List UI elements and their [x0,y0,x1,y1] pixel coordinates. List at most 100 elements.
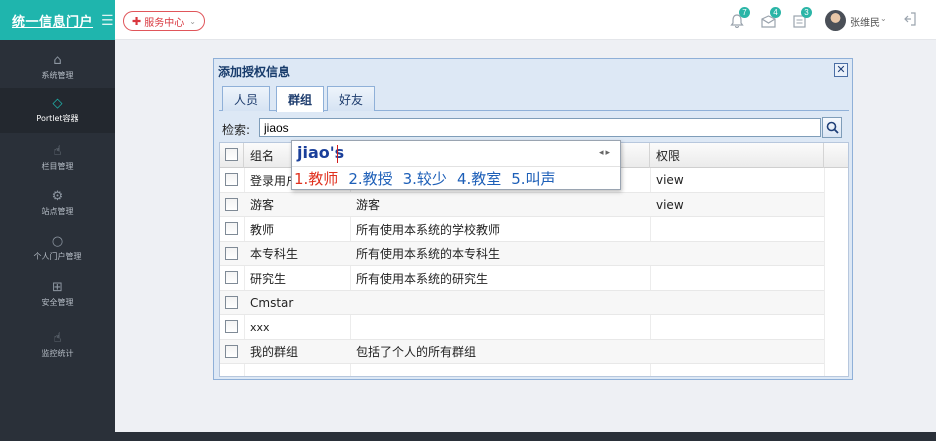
bulb-icon: ○ [51,234,64,249]
sidebar-item-label: 个人门户管理 [33,252,82,261]
row-checkbox[interactable] [225,344,238,358]
cell-desc: 所有使用本系统的本专科生 [356,247,501,261]
column-divider [824,168,825,376]
ime-page-arrows-icon[interactable]: ◂▸ [599,147,612,158]
sidebar-item-label: 安全管理 [41,298,74,307]
plus-icon: ✚ [132,14,142,28]
search-button[interactable] [822,117,842,138]
sidebar-item-column[interactable]: ☝ 栏目管理 [0,136,115,181]
bell-badge: 7 [739,7,750,18]
ime-candidate[interactable]: 4.教室 [457,168,501,188]
cell-perm [650,340,824,364]
chevron-down-icon[interactable]: ⌄ [880,14,887,23]
cell-perm [650,217,824,241]
ime-candidate[interactable]: 5.叫声 [511,168,555,188]
table-row[interactable]: 研究生 所有使用本系统的研究生 [220,266,824,291]
cell-perm: view [656,197,684,212]
medkit-icon: ⊞ [52,280,63,295]
sidebar-item-label: 监控统计 [41,349,74,358]
service-center-label: 服务中心 [144,17,185,29]
cell-name: 我的群组 [250,345,299,359]
task-icon[interactable]: 3 [788,7,812,32]
cell-perm [650,242,824,266]
table-row[interactable]: 游客 游客 view [220,192,824,217]
mail-icon[interactable]: 4 [757,7,781,32]
cell-desc [350,291,650,315]
row-checkbox[interactable] [225,222,238,235]
cell-perm [650,291,824,315]
hand-icon: ☝ [53,331,62,346]
cell-desc: 所有使用本系统的研究生 [356,271,489,286]
select-all-cell [220,143,244,168]
sidebar-item-system[interactable]: ⌂ 系统管理 [0,45,115,90]
settings-icon: ⚙ [51,189,64,204]
add-authorization-dialog: 添加授权信息 ✕ 人员 群组 好友 检索: 组名 描述 权限 登录用户 [213,58,853,380]
table-row[interactable]: 本专科生 所有使用本系统的本专科生 [220,241,824,266]
row-checkbox[interactable] [225,295,238,309]
row-checkbox[interactable] [225,271,238,284]
footer-band [115,432,936,441]
avatar[interactable] [825,10,846,31]
search-icon [826,121,839,134]
sidebar-item-security[interactable]: ⊞ 安全管理 [0,272,115,317]
sidebar: ⌂ 系统管理 ◇ Portlet容器 ☝ 栏目管理 ⚙ 站点管理 ○ 个人门户管… [0,40,115,441]
sidebar-item-personal-portal[interactable]: ○ 个人门户管理 [0,226,115,271]
table-row[interactable]: 教师 所有使用本系统的学校教师 [220,217,824,242]
user-name[interactable]: 张维民 [850,14,880,29]
row-checkbox[interactable] [225,246,238,260]
service-center-button[interactable]: ✚ 服务中心 ⌄ [123,11,205,31]
ime-caret [337,145,338,163]
table-row[interactable]: Cmstar [220,290,824,315]
brand-title[interactable]: 统一信息门户 [12,11,93,30]
row-checkbox[interactable] [225,173,238,186]
search-input[interactable] [259,118,821,137]
sidebar-item-label: 栏目管理 [41,162,74,171]
diamond-icon: ◇ [52,96,63,111]
brand-bar: 统一信息门户 ☰ [0,0,115,40]
logout-icon[interactable] [903,11,917,27]
cell-name: 游客 [250,198,275,212]
cell-name: 研究生 [250,271,287,286]
tab-groups[interactable]: 群组 [276,86,325,112]
search-label: 检索: [222,123,251,137]
cell-desc [350,315,650,339]
ime-candidate-list: 1.教师 2.教授 3.较少 4.教室 5.叫声 [294,168,556,188]
dialog-title: 添加授权信息 [218,65,291,79]
sidebar-item-site[interactable]: ⚙ 站点管理 [0,181,115,226]
tab-friends[interactable]: 好友 [327,86,376,111]
table-row[interactable]: xxx [220,315,824,340]
sidebar-item-label: Portlet容器 [36,114,79,123]
cell-desc: 包括了个人的所有群组 [356,345,477,359]
column-header-perm[interactable]: 权限 [650,143,824,168]
row-checkbox[interactable] [225,320,238,333]
cell-desc: 游客 [356,198,381,212]
home-icon: ⌂ [53,53,62,68]
task-badge: 3 [801,7,812,18]
ime-candidate[interactable]: 3.较少 [403,168,447,188]
ime-candidate[interactable]: 1.教师 [294,168,338,188]
mail-badge: 4 [770,7,781,18]
cell-perm [650,266,824,290]
close-icon[interactable]: ✕ [834,63,848,77]
row-checkbox[interactable] [225,197,238,211]
table-row[interactable]: 我的群组 包括了个人的所有群组 [220,339,824,364]
search-row: 检索: [219,117,849,139]
ime-candidate[interactable]: 2.教授 [348,168,392,188]
bell-icon[interactable]: 7 [726,7,750,32]
sidebar-item-label: 站点管理 [41,207,74,216]
cell-desc: 所有使用本系统的学校教师 [356,222,501,237]
hand-icon: ☝ [53,144,62,159]
sidebar-item-monitor[interactable]: ☝ 监控统计 [0,323,115,368]
ime-divider [292,166,620,167]
sidebar-item-portlet[interactable]: ◇ Portlet容器 [0,88,115,133]
sidebar-item-label: 系统管理 [41,71,74,80]
menu-toggle-icon[interactable]: ☰ [101,12,114,29]
tab-people[interactable]: 人员 [222,86,271,111]
cell-name: Cmstar [250,295,294,310]
tab-bar: 人员 群组 好友 [219,83,849,112]
select-all-checkbox[interactable] [225,148,238,161]
cell-name: 本专科生 [250,247,299,261]
cell-name: xxx [250,320,270,334]
ime-candidate-window: jiao's ◂▸ 1.教师 2.教授 3.较少 4.教室 5.叫声 [291,140,621,190]
top-bar: 统一信息门户 ☰ ✚ 服务中心 ⌄ 7 4 3 张维民 ⌄ [0,0,936,40]
